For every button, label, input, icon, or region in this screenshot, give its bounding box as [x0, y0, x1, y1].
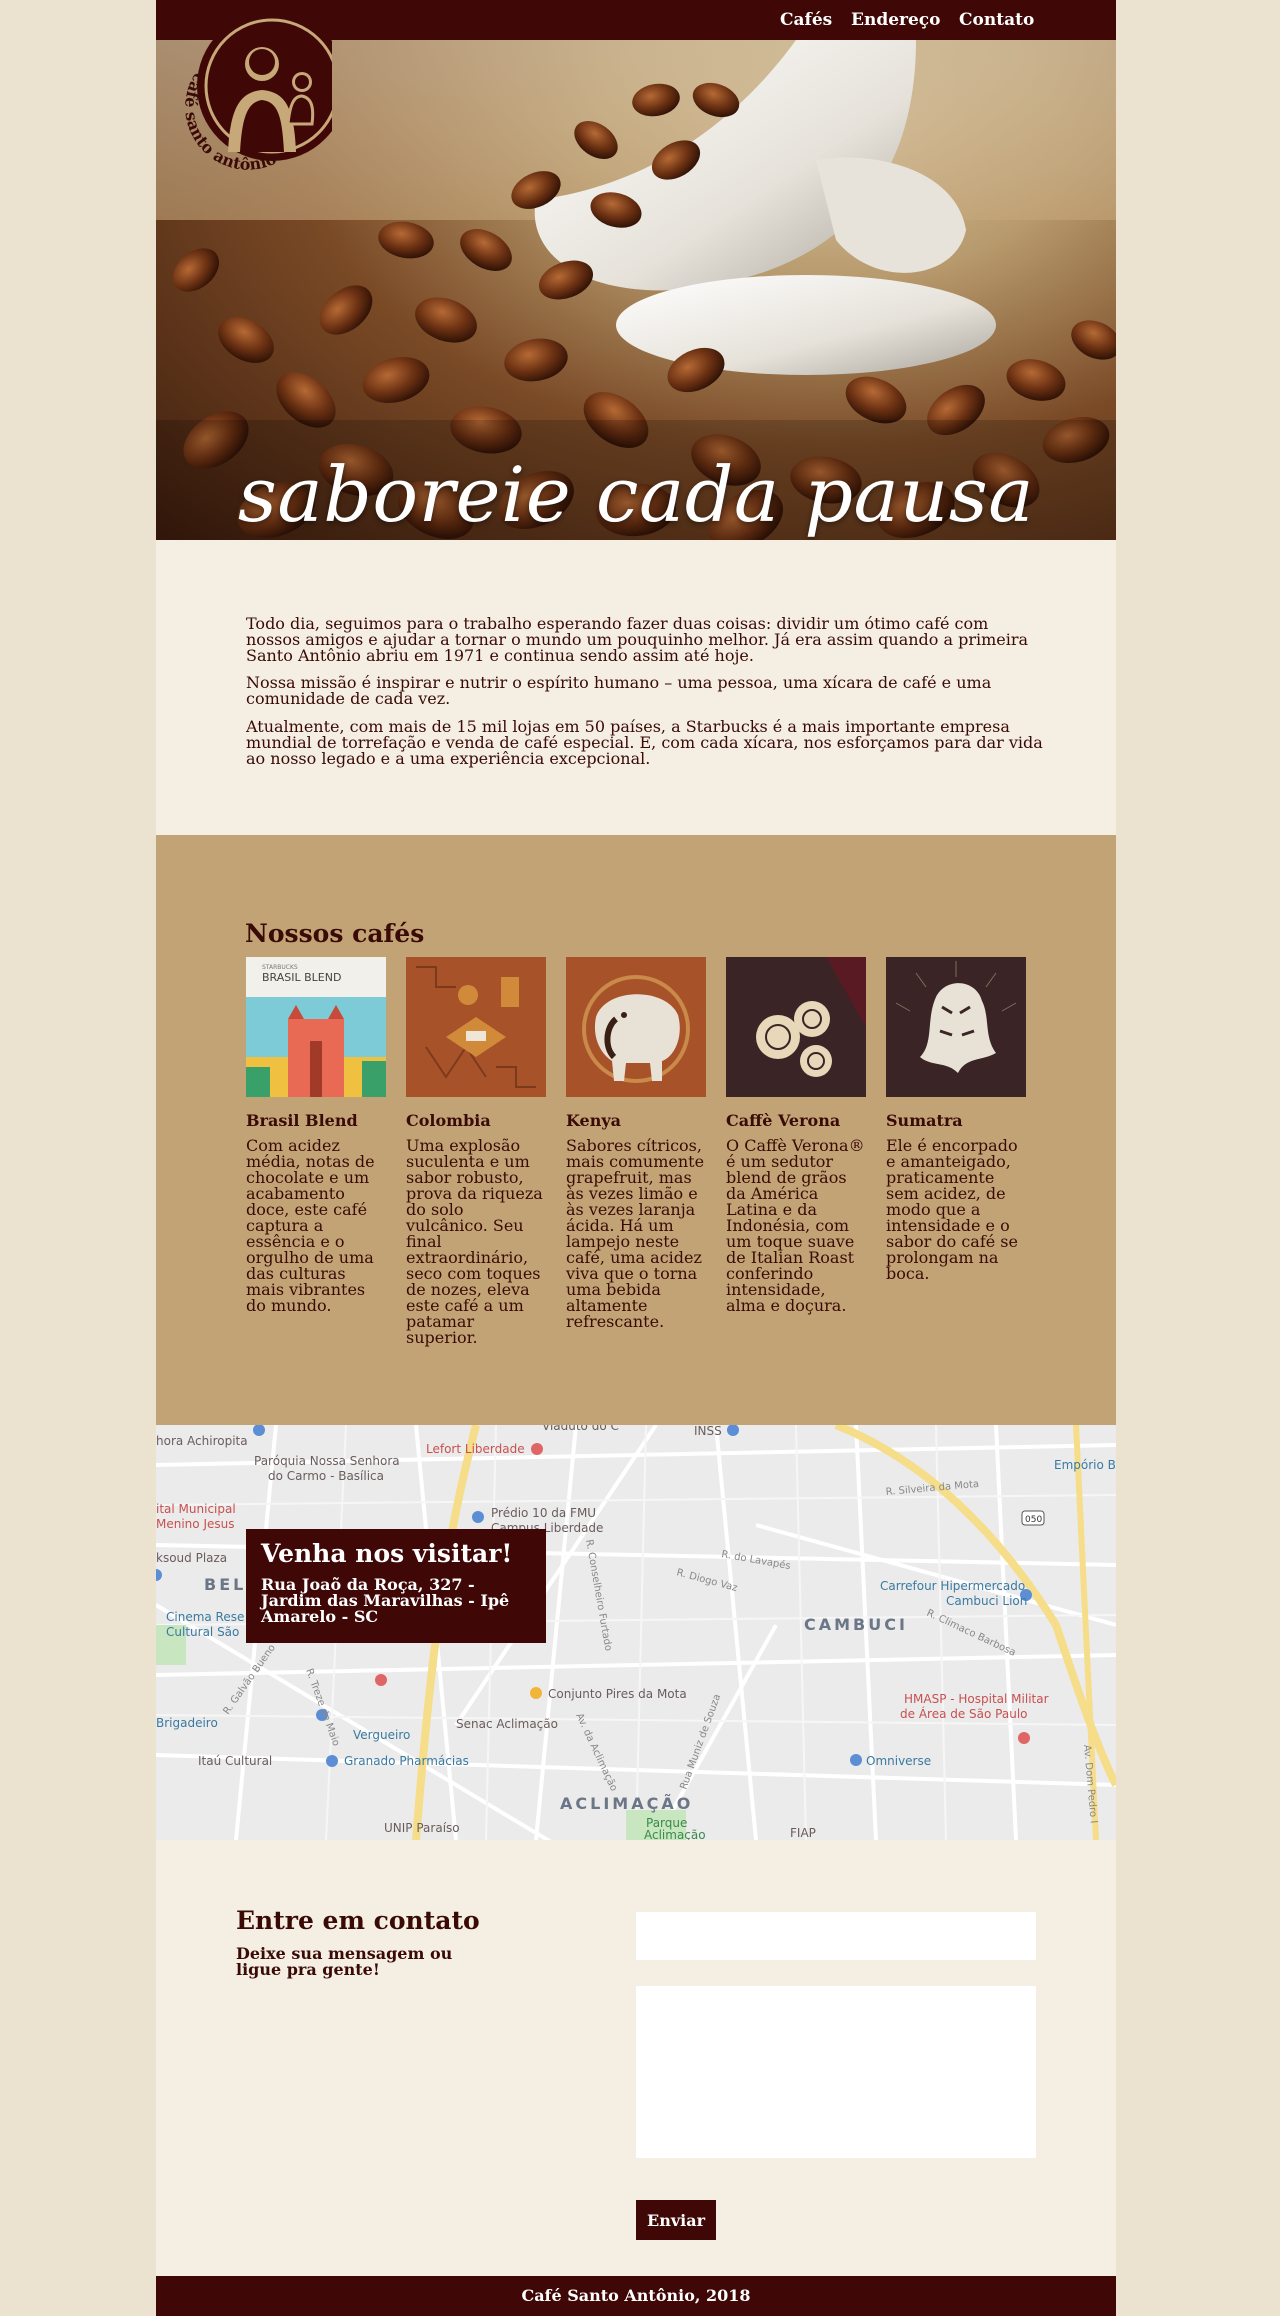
- map-label: Paróquia Nossa Senhora: [254, 1454, 400, 1468]
- package-brand: STARBUCKS: [262, 964, 298, 971]
- map-label: ital Municipal: [156, 1502, 236, 1516]
- coffee-name: Kenya: [566, 1111, 622, 1130]
- brasil-blend-package-image: STARBUCKS BRASIL BLEND: [246, 957, 386, 1097]
- coffee-description: Com acidez média, notas de chocolate e u…: [246, 1136, 375, 1315]
- nav-link-endereco[interactable]: Endereço: [851, 10, 940, 30]
- map-label: Conjunto Pires da Mota: [548, 1687, 687, 1701]
- map-label: Prédio 10 da FMU: [491, 1506, 596, 1520]
- highway-shield-label: 050: [1025, 1515, 1042, 1525]
- coffee-description: Ele é encorpado e amanteigado, praticame…: [886, 1136, 1018, 1283]
- contact-title: Entre em contato: [236, 1906, 480, 1935]
- map-label: Senac Aclimação: [456, 1717, 558, 1731]
- coffee-description: Sabores cítricos, mais comumente grapefr…: [566, 1136, 705, 1331]
- coffee-name: Brasil Blend: [246, 1111, 358, 1130]
- map-label: Viaduto do C: [542, 1425, 619, 1433]
- map-label: Cambuci Lion: [946, 1594, 1027, 1608]
- contact-section: Entre em contato Deixe sua mensagem ou l…: [156, 1840, 1116, 2276]
- map-label: Cultural São: [166, 1625, 239, 1639]
- coffees-section: Nossos cafés STARBUCKS BRASIL BLEND Bras…: [156, 835, 1116, 1425]
- about-paragraph: Atualmente, com mais de 15 mil lojas em …: [246, 717, 1043, 768]
- section-title: Nossos cafés: [245, 919, 425, 948]
- map-district-label: CAMBUCI: [804, 1615, 908, 1634]
- about-section: Todo dia, seguimos para o trabalho esper…: [156, 540, 1116, 835]
- map-label: Cinema Rese: [166, 1610, 244, 1624]
- about-paragraph: Nossa missão é inspirar e nutrir o espír…: [246, 673, 992, 708]
- coffee-name: Caffè Verona: [726, 1111, 841, 1130]
- coffee-card-sumatra[interactable]: Sumatra Ele é encorpado e amanteigado, p…: [886, 957, 1026, 1282]
- map-label: INSS: [694, 1425, 722, 1438]
- colombia-package-image: [406, 957, 546, 1097]
- hero-title: saboreie cada pausa: [237, 450, 1035, 539]
- coffee-card-brasil-blend[interactable]: STARBUCKS BRASIL BLEND Brasil Blend Com …: [246, 957, 386, 1314]
- contact-message-textarea[interactable]: [636, 1986, 1036, 2158]
- map-district-label: BEL: [204, 1575, 246, 1594]
- map-label: FIAP: [790, 1826, 816, 1840]
- map-label: Itaú Cultural: [198, 1754, 272, 1768]
- coffee-name: Colombia: [406, 1111, 491, 1130]
- contact-name-input[interactable]: [636, 1912, 1036, 1960]
- map-label: HMASP - Hospital Militar: [904, 1692, 1049, 1706]
- coffee-card-caffe-verona[interactable]: Caffè Verona O Caffè Verona® é um seduto…: [726, 957, 866, 1314]
- location-map[interactable]: 050 hora Achiropita Paróquia Nossa Senho…: [156, 1425, 1116, 1840]
- map-label: Brigadeiro: [156, 1716, 218, 1730]
- caffe-verona-package-image: [726, 957, 866, 1097]
- brand-logo[interactable]: café santo antônio: [182, 12, 332, 170]
- map-label: Aclimação: [644, 1828, 706, 1840]
- submit-button[interactable]: Enviar: [636, 2200, 716, 2240]
- coffee-name: Sumatra: [886, 1111, 963, 1130]
- visit-address: Rua Joaõ da Roça, 327 - Jardim das Marav…: [261, 1575, 510, 1626]
- map-label: UNIP Paraíso: [384, 1821, 460, 1835]
- sumatra-package-image: [886, 957, 1026, 1097]
- coffee-card-kenya[interactable]: Kenya Sabores cítricos, mais comumente g…: [566, 957, 706, 1330]
- map-label: Carrefour Hipermercado: [880, 1579, 1025, 1593]
- nav-link-contato[interactable]: Contato: [959, 10, 1034, 30]
- coffee-description: O Caffè Verona® é um sedutor blend de gr…: [726, 1136, 865, 1315]
- map-label: ksoud Plaza: [156, 1551, 227, 1565]
- about-paragraph: Todo dia, seguimos para o trabalho esper…: [246, 614, 1029, 665]
- map-label: Menino Jesus: [156, 1517, 234, 1531]
- site-footer: Café Santo Antônio, 2018: [156, 2276, 1116, 2316]
- contact-subtitle: Deixe sua mensagem ou ligue pra gente!: [236, 1944, 453, 1979]
- visit-title: Venha nos visitar!: [261, 1539, 513, 1568]
- visit-card: Venha nos visitar! Rua Joaõ da Roça, 327…: [246, 1529, 546, 1643]
- coffee-description: Uma explosão suculenta e um sabor robust…: [406, 1136, 543, 1347]
- nav-link-cafes[interactable]: Cafés: [780, 10, 832, 30]
- map-label: Granado Pharmácias: [344, 1754, 469, 1768]
- map-label: Empório Be: [1054, 1458, 1116, 1472]
- package-label: BRASIL BLEND: [262, 971, 341, 984]
- map-label: hora Achiropita: [156, 1434, 248, 1448]
- kenya-package-image: [566, 957, 706, 1097]
- coffee-card-colombia[interactable]: Colombia Uma explosão suculenta e um sab…: [406, 957, 546, 1346]
- map-label: do Carmo - Basílica: [268, 1469, 384, 1483]
- map-label: Omniverse: [866, 1754, 931, 1768]
- map-district-label: ACLIMAÇÃO: [560, 1794, 693, 1813]
- map-label: Lefort Liberdade: [426, 1442, 525, 1456]
- map-label: de Área de São Paulo: [900, 1706, 1028, 1721]
- page: Cafés Endereço Contato café santo antôni…: [156, 0, 1116, 2316]
- map-label: Vergueiro: [353, 1728, 410, 1742]
